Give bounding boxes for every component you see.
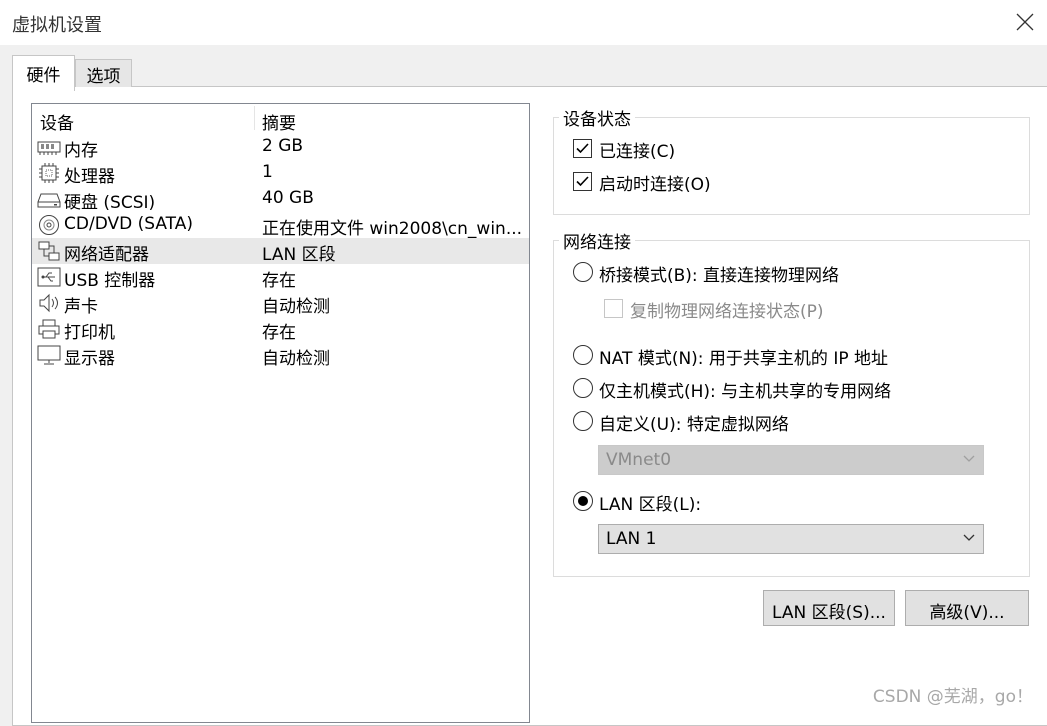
- select-value: VMnet0: [606, 450, 672, 470]
- device-row-network-adapter[interactable]: 网络适配器 LAN 区段: [32, 238, 529, 265]
- device-summary: 存在: [262, 323, 296, 343]
- device-summary: 自动检测: [262, 349, 330, 369]
- column-header-device[interactable]: 设备: [40, 109, 74, 134]
- device-name: 显示器: [64, 349, 115, 369]
- device-name: 声卡: [64, 297, 98, 317]
- hard-disk-icon: [37, 188, 61, 210]
- device-name: 打印机: [64, 323, 115, 343]
- close-icon: [1016, 13, 1034, 31]
- select-value: LAN 1: [606, 529, 657, 549]
- device-name: 硬盘 (SCSI): [64, 193, 156, 213]
- checkbox-box[interactable]: [604, 299, 623, 318]
- checkbox-label: 已连接(C): [599, 142, 676, 162]
- device-summary: 存在: [262, 271, 296, 291]
- printer-icon: [37, 318, 61, 340]
- radio-label: 自定义(U): 特定虚拟网络: [599, 415, 789, 435]
- radio-circle[interactable]: [573, 345, 593, 365]
- device-name: 网络适配器: [64, 245, 149, 265]
- window-title: 虚拟机设置: [12, 15, 102, 36]
- device-row-display[interactable]: 显示器 自动检测: [32, 342, 529, 369]
- device-list-header: 设备 摘要: [32, 104, 529, 134]
- checkbox-box[interactable]: [573, 139, 592, 158]
- network-adapter-icon: [37, 240, 61, 262]
- device-name: 内存: [64, 141, 98, 161]
- usb-icon: [37, 266, 61, 288]
- lan-segment-select[interactable]: LAN 1: [598, 524, 984, 554]
- chevron-down-icon: [963, 455, 975, 462]
- device-summary: 1: [262, 162, 273, 182]
- device-name: USB 控制器: [64, 271, 156, 291]
- cd-dvd-icon: [37, 214, 61, 236]
- close-button[interactable]: [1005, 3, 1045, 41]
- radio-circle[interactable]: [573, 491, 593, 511]
- radio-circle[interactable]: [573, 378, 593, 398]
- device-row-printer[interactable]: 打印机 存在: [32, 316, 529, 343]
- device-row-sound-card[interactable]: 声卡 自动检测: [32, 290, 529, 317]
- device-list[interactable]: 设备 摘要 内存 2 GB 处理器 1 硬盘 (SCSI) 40 GB CD/D…: [31, 103, 530, 723]
- display-icon: [37, 344, 61, 366]
- watermark: CSDN @芜湖，go！: [872, 687, 1033, 707]
- checkmark-icon: [576, 143, 589, 154]
- lan-segments-button[interactable]: LAN 区段(S)...: [763, 590, 895, 626]
- device-summary: LAN 区段: [262, 245, 336, 265]
- radio-label: NAT 模式(N): 用于共享主机的 IP 地址: [599, 349, 888, 369]
- chevron-down-icon: [963, 534, 975, 541]
- device-summary: 正在使用文件 win2008\cn_win...: [262, 219, 523, 239]
- checkmark-icon: [576, 176, 589, 187]
- device-name: 处理器: [64, 167, 115, 187]
- processor-icon: [37, 162, 61, 184]
- device-summary: 自动检测: [262, 297, 330, 317]
- device-row-memory[interactable]: 内存 2 GB: [32, 134, 529, 161]
- sound-card-icon: [37, 292, 61, 314]
- radio-circle[interactable]: [573, 262, 593, 282]
- title-bar: 虚拟机设置: [0, 0, 1047, 45]
- checkbox-box[interactable]: [573, 172, 592, 191]
- device-summary: 40 GB: [262, 188, 314, 208]
- radio-circle[interactable]: [573, 411, 593, 431]
- device-summary: 2 GB: [262, 136, 304, 156]
- checkbox-label: 复制物理网络连接状态(P): [630, 302, 824, 322]
- device-name: CD/DVD (SATA): [64, 214, 193, 234]
- device-row-hard-disk[interactable]: 硬盘 (SCSI) 40 GB: [32, 186, 529, 213]
- radio-label: 仅主机模式(H): 与主机共享的专用网络: [599, 382, 892, 402]
- checkbox-label: 启动时连接(O): [599, 175, 711, 195]
- advanced-button[interactable]: 高级(V)...: [905, 590, 1029, 626]
- tab-hardware[interactable]: 硬件: [12, 55, 75, 91]
- radio-label: LAN 区段(L):: [599, 495, 702, 515]
- tab-options[interactable]: 选项: [75, 59, 132, 87]
- device-row-cd-dvd[interactable]: CD/DVD (SATA) 正在使用文件 win2008\cn_win...: [32, 212, 529, 239]
- device-status-legend: 设备状态: [563, 110, 631, 130]
- column-header-summary[interactable]: 摘要: [262, 109, 296, 134]
- device-row-usb-controller[interactable]: USB 控制器 存在: [32, 264, 529, 291]
- device-row-processor[interactable]: 处理器 1: [32, 160, 529, 187]
- radio-dot: [578, 496, 588, 506]
- radio-label: 桥接模式(B): 直接连接物理网络: [599, 266, 840, 286]
- memory-icon: [37, 136, 61, 158]
- column-separator[interactable]: [254, 106, 255, 130]
- network-connection-legend: 网络连接: [563, 233, 631, 253]
- custom-network-select[interactable]: VMnet0: [598, 445, 984, 475]
